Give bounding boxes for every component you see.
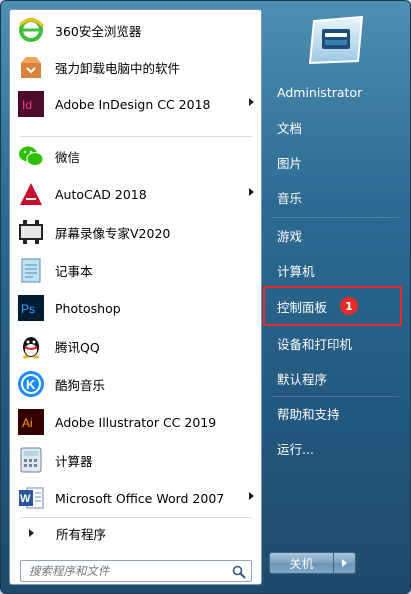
shutdown-control: 关机: [269, 552, 359, 574]
pictures-link[interactable]: 图片: [269, 147, 399, 177]
program-item-notepad[interactable]: 记事本: [13, 252, 258, 288]
separator: [271, 217, 399, 218]
devices-printers-link[interactable]: 设备和打印机: [269, 328, 399, 358]
program-item-kugou[interactable]: K 酷狗音乐: [13, 366, 258, 402]
documents-link[interactable]: 文档: [269, 112, 399, 142]
games-link[interactable]: 游戏: [269, 220, 399, 250]
program-label: 记事本: [55, 263, 93, 279]
program-item-uninstall[interactable]: 强力卸载电脑中的软件: [13, 49, 258, 85]
documents-label: 文档: [277, 120, 303, 136]
svg-text:Ps: Ps: [21, 302, 35, 316]
autocad-icon: [16, 179, 46, 209]
help-support-link[interactable]: 帮助和支持: [269, 398, 399, 428]
submenu-arrow-icon: [249, 98, 254, 106]
photoshop-icon: Ps: [16, 293, 46, 323]
360-browser-icon: [16, 15, 46, 45]
kugou-icon: K: [16, 369, 46, 399]
chevron-right-icon: [342, 559, 347, 567]
program-item-wechat[interactable]: 微信: [13, 138, 258, 174]
games-label: 游戏: [277, 228, 303, 244]
program-list-pane: 360安全浏览器 强力卸载电脑中的软件 Id Adobe InDesign CC…: [9, 9, 262, 585]
svg-text:W: W: [20, 493, 31, 505]
wechat-icon: [16, 141, 46, 171]
user-name-link[interactable]: Administrator: [269, 77, 399, 107]
program-item-photoshop[interactable]: Ps Photoshop: [13, 290, 258, 326]
start-menu: 360安全浏览器 强力卸载电脑中的软件 Id Adobe InDesign CC…: [0, 0, 411, 594]
program-item-calculator[interactable]: 计算器: [13, 442, 258, 478]
illustrator-icon: Ai: [16, 407, 46, 437]
program-item-qq[interactable]: 腾讯QQ: [13, 328, 258, 364]
separator: [20, 136, 252, 137]
program-label: 酷狗音乐: [55, 377, 106, 393]
calculator-icon: [16, 445, 46, 475]
program-label: 360安全浏览器: [55, 23, 142, 39]
user-name: Administrator: [277, 84, 363, 100]
help-support-label: 帮助和支持: [277, 406, 340, 422]
music-label: 音乐: [277, 190, 303, 206]
program-label: Adobe Illustrator CC 2019: [55, 414, 217, 430]
shutdown-button[interactable]: 关机: [269, 552, 334, 574]
program-item-indesign[interactable]: Id Adobe InDesign CC 2018: [13, 86, 258, 122]
program-item-screen-recorder[interactable]: 屏幕录像专家V2020: [13, 214, 258, 250]
computer-label: 计算机: [277, 263, 315, 279]
chevron-right-icon: [29, 529, 34, 537]
shutdown-label: 关机: [289, 556, 314, 571]
default-programs-link[interactable]: 默认程序: [269, 363, 399, 393]
submenu-arrow-icon: [249, 188, 254, 196]
screen-recorder-icon: [16, 217, 46, 247]
uninstall-box-icon: [16, 52, 46, 82]
all-programs-button[interactable]: 所有程序: [13, 518, 258, 548]
submenu-arrow-icon: [249, 492, 254, 500]
devices-printers-label: 设备和打印机: [277, 336, 353, 352]
separator: [271, 396, 399, 397]
svg-text:Ai: Ai: [22, 416, 33, 430]
default-programs-label: 默认程序: [277, 371, 328, 387]
program-label: 计算器: [55, 453, 93, 469]
search-box[interactable]: [20, 560, 252, 582]
program-label: Adobe InDesign CC 2018: [55, 96, 211, 112]
indesign-icon: Id: [16, 89, 46, 119]
svg-text:K: K: [26, 377, 36, 392]
music-link[interactable]: 音乐: [269, 182, 399, 212]
run-link[interactable]: 运行...: [269, 433, 399, 463]
program-item-360-browser[interactable]: 360安全浏览器: [13, 12, 258, 48]
program-label: 强力卸载电脑中的软件: [55, 60, 181, 76]
program-label: AutoCAD 2018: [55, 186, 147, 202]
program-label: Microsoft Office Word 2007: [55, 490, 225, 506]
program-item-autocad[interactable]: AutoCAD 2018: [13, 176, 258, 212]
run-label: 运行...: [277, 441, 314, 457]
program-item-word[interactable]: W Microsoft Office Word 2007: [13, 480, 258, 516]
search-icon: [232, 564, 246, 583]
all-programs-label: 所有程序: [56, 526, 107, 542]
shutdown-options-button[interactable]: [334, 552, 356, 574]
word-icon: W: [16, 483, 46, 513]
user-picture[interactable]: [306, 15, 366, 67]
notepad-icon: [16, 255, 46, 285]
program-label: 屏幕录像专家V2020: [55, 225, 171, 241]
annotation-highlight-box: [263, 286, 402, 326]
program-label: Photoshop: [55, 300, 121, 316]
computer-link[interactable]: 计算机: [269, 255, 399, 285]
program-item-illustrator[interactable]: Ai Adobe Illustrator CC 2019: [13, 404, 258, 440]
program-label: 腾讯QQ: [55, 339, 100, 355]
svg-text:Id: Id: [22, 98, 32, 112]
program-label: 微信: [55, 149, 81, 165]
search-input[interactable]: [29, 562, 229, 580]
annotation-badge: 1: [340, 297, 358, 315]
pictures-label: 图片: [277, 155, 303, 171]
qq-icon: [16, 331, 46, 361]
